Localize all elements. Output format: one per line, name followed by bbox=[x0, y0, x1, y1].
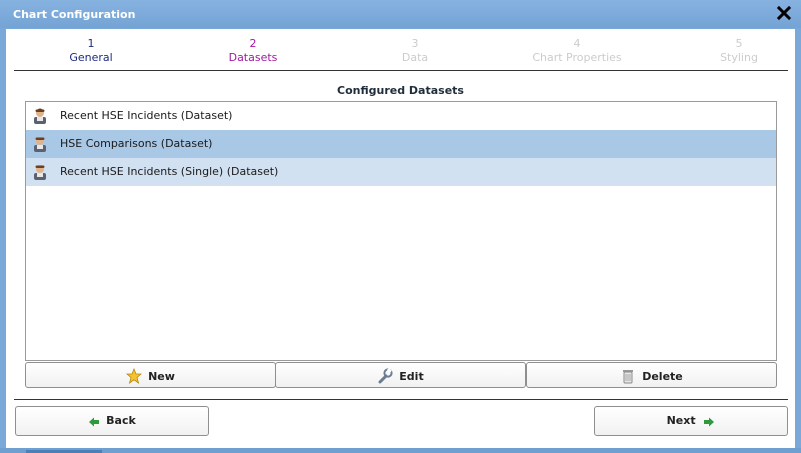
next-button[interactable]: Next bbox=[594, 406, 788, 436]
dataset-label: Recent HSE Incidents (Single) (Dataset) bbox=[60, 165, 279, 178]
step-label: General bbox=[69, 51, 113, 64]
step-number: 5 bbox=[735, 37, 743, 50]
user-dataset-icon bbox=[31, 107, 49, 125]
title-bar[interactable]: Chart Configuration bbox=[0, 0, 801, 28]
step-data: 3 Data bbox=[355, 37, 475, 65]
step-number: 2 bbox=[249, 37, 257, 50]
step-number: 4 bbox=[573, 37, 581, 50]
new-button[interactable]: New bbox=[25, 362, 276, 388]
next-button-label: Next bbox=[666, 414, 696, 427]
footer-divider bbox=[14, 399, 788, 400]
list-item[interactable]: Recent HSE Incidents (Single) (Dataset) bbox=[26, 158, 776, 186]
step-datasets[interactable]: 2 Datasets bbox=[193, 37, 313, 65]
list-item[interactable]: Recent HSE Incidents (Dataset) bbox=[26, 102, 776, 130]
step-label: Datasets bbox=[228, 51, 278, 64]
datasets-list[interactable]: Recent HSE Incidents (Dataset) HSE Compa… bbox=[25, 101, 777, 361]
section-title: Configured Datasets bbox=[337, 84, 464, 97]
delete-button-label: Delete bbox=[642, 370, 683, 383]
user-dataset-icon bbox=[31, 163, 49, 181]
step-chart-properties: 4 Chart Properties bbox=[517, 37, 637, 65]
list-item[interactable]: HSE Comparisons (Dataset) bbox=[26, 130, 776, 158]
steps-divider bbox=[14, 70, 788, 71]
arrow-right-icon bbox=[704, 417, 715, 427]
step-label: Styling bbox=[720, 51, 758, 64]
wrench-icon bbox=[378, 367, 393, 384]
delete-button[interactable]: Delete bbox=[526, 362, 777, 388]
step-number: 3 bbox=[411, 37, 419, 50]
edit-button[interactable]: Edit bbox=[275, 362, 526, 388]
trash-icon bbox=[623, 370, 634, 384]
arrow-left-icon bbox=[89, 417, 100, 427]
chart-configuration-dialog: Chart Configuration 1 General 2 Datasets… bbox=[0, 0, 801, 453]
user-dataset-icon bbox=[31, 135, 49, 153]
new-button-label: New bbox=[148, 370, 175, 383]
dataset-label: Recent HSE Incidents (Dataset) bbox=[60, 109, 233, 122]
close-icon[interactable] bbox=[776, 5, 792, 21]
step-general[interactable]: 1 General bbox=[31, 37, 151, 65]
dataset-label: HSE Comparisons (Dataset) bbox=[60, 137, 213, 150]
back-button[interactable]: Back bbox=[15, 406, 209, 436]
step-label: Data bbox=[401, 51, 429, 64]
step-label: Chart Properties bbox=[532, 51, 622, 64]
step-styling: 5 Styling bbox=[679, 37, 799, 65]
step-number: 1 bbox=[87, 37, 95, 50]
dialog-body: 1 General 2 Datasets 3 Data 4 Chart Prop… bbox=[6, 29, 795, 448]
back-button-label: Back bbox=[106, 414, 136, 427]
dialog-title: Chart Configuration bbox=[13, 8, 136, 21]
edit-button-label: Edit bbox=[399, 370, 424, 383]
star-icon bbox=[126, 367, 143, 384]
taskbar-strip bbox=[0, 448, 801, 453]
